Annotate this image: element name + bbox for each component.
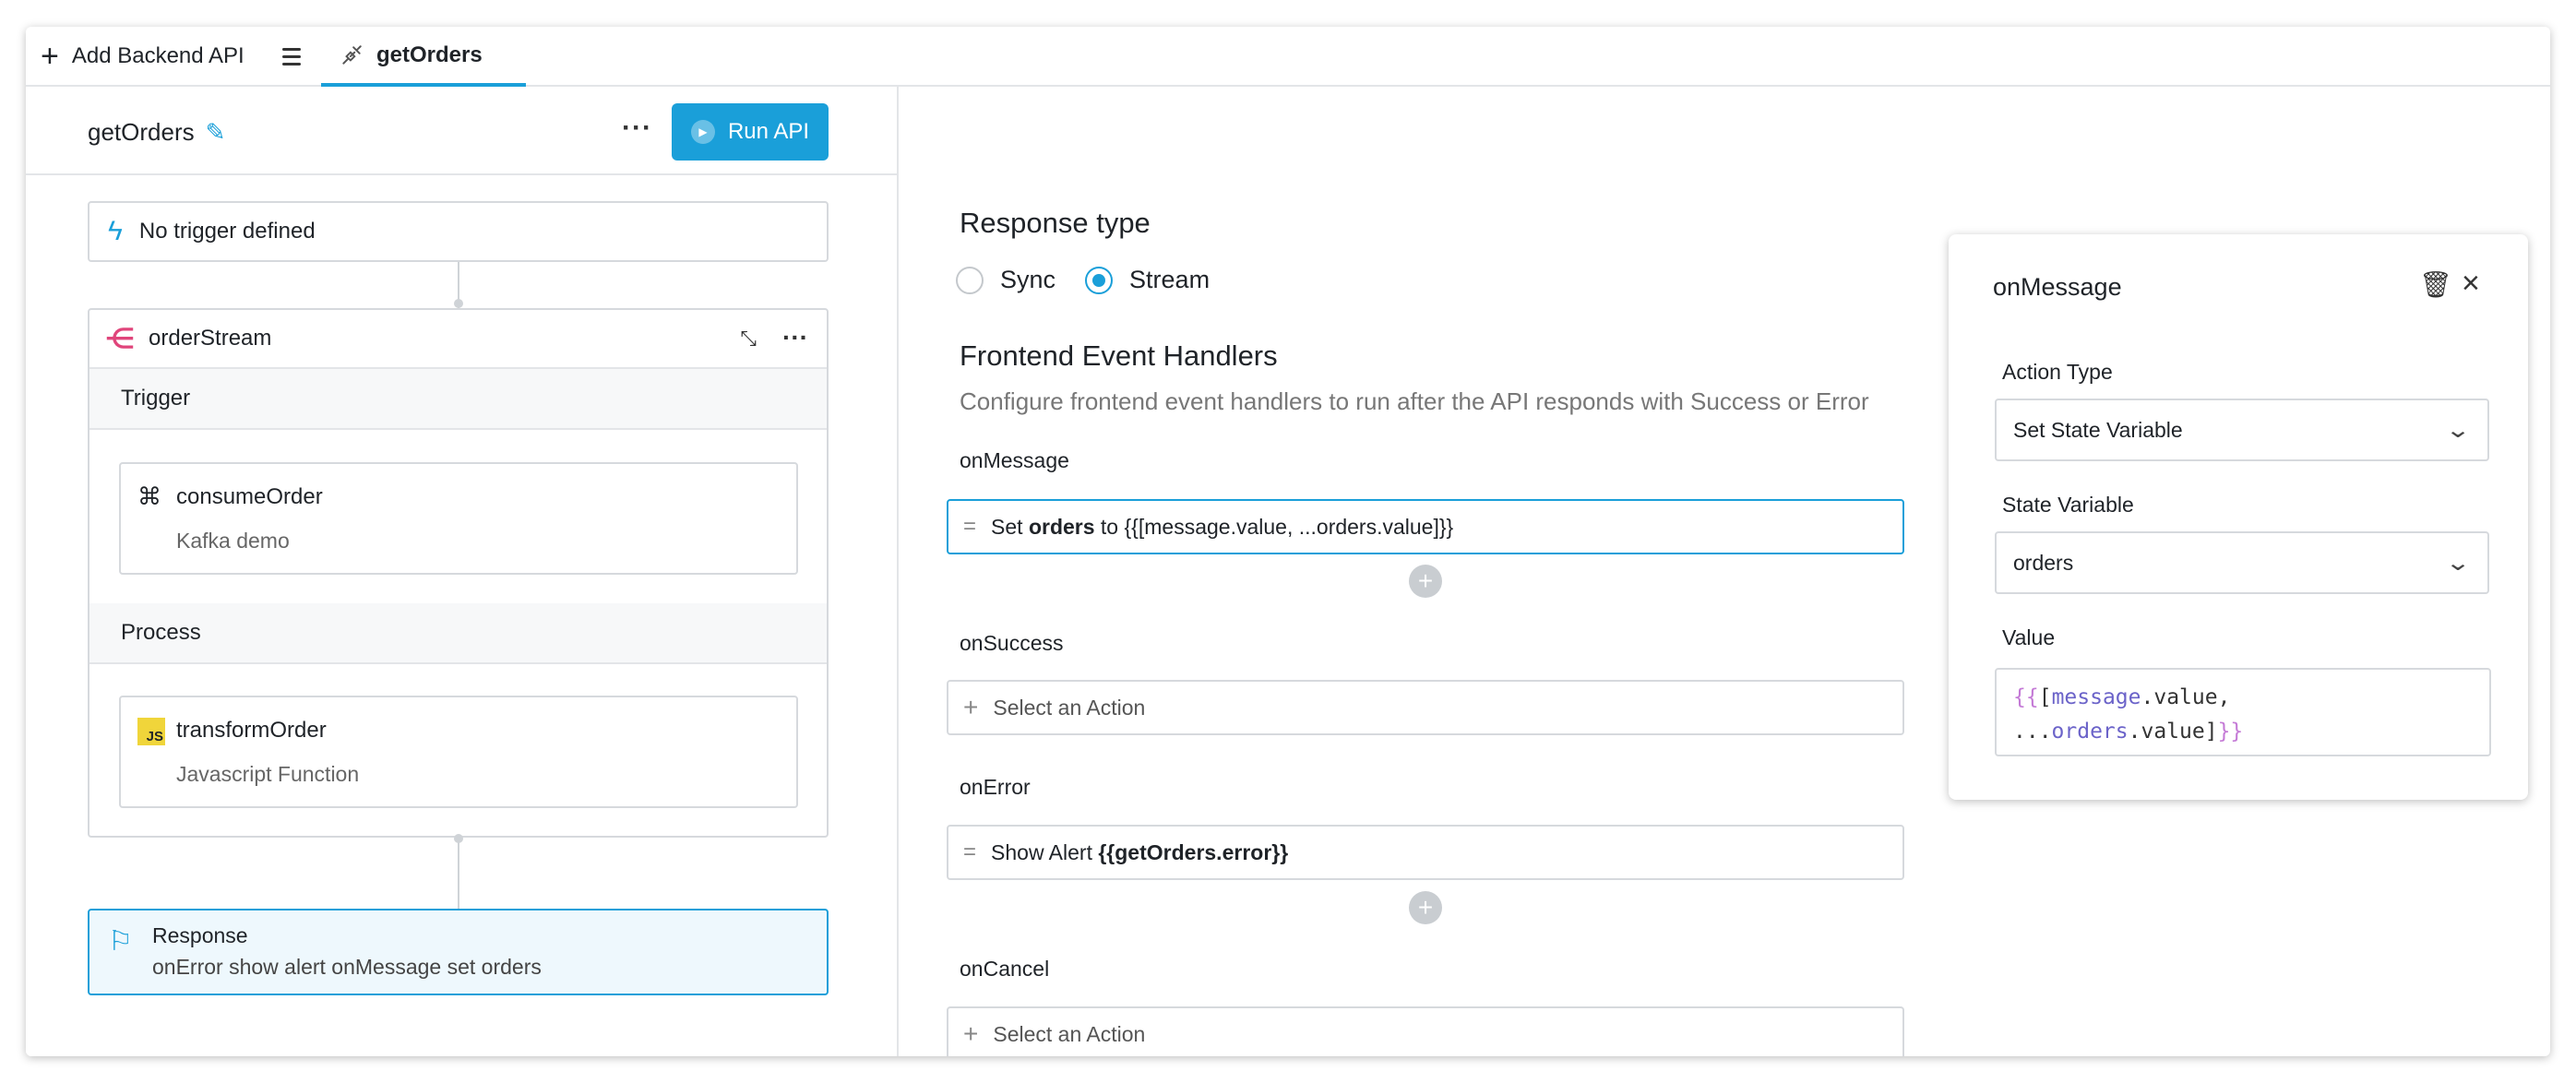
plus-icon: +	[41, 38, 59, 74]
add-action-icon[interactable]: +	[1409, 891, 1442, 924]
on-cancel-label: onCancel	[960, 957, 1050, 981]
api-name-text: getOrders	[88, 118, 195, 146]
action-type-select[interactable]: Set State Variable ⌄	[1995, 399, 2489, 461]
radio-sync[interactable]	[956, 266, 984, 294]
consume-order-title: consumeOrder	[176, 484, 323, 509]
api-header: getOrders ✎ ··· ▶ Run API	[26, 87, 897, 175]
process-section-title: Process	[89, 603, 827, 664]
response-type-title: Response type	[960, 207, 1151, 239]
on-message-panel: onMessage 🗑 × Action Type Set State Vari…	[1949, 234, 2528, 800]
javascript-icon: JS	[137, 718, 165, 745]
radio-sync-label: Sync	[1000, 266, 1056, 293]
on-message-action-text: Set orders to {{[message.value, ...order…	[991, 514, 1454, 539]
close-icon[interactable]: ×	[2462, 266, 2480, 302]
radio-stream-label: Stream	[1129, 266, 1210, 293]
play-icon: ▶	[690, 120, 715, 144]
on-success-select-action[interactable]: + Select an Action	[947, 680, 1904, 735]
chevron-down-icon: ⌄	[2444, 551, 2472, 576]
drag-handle-icon[interactable]: =	[963, 514, 976, 540]
chevron-down-icon: ⌄	[2444, 418, 2472, 443]
edit-icon[interactable]: ✎	[206, 118, 226, 147]
api-flow-panel: getOrders ✎ ··· ▶ Run API ϟ No trigger d…	[26, 87, 899, 1056]
transform-order-sub: Javascript Function	[176, 762, 360, 786]
action-type-label: Action Type	[2002, 360, 2113, 384]
run-api-label: Run API	[727, 119, 810, 144]
tab-getorders[interactable]: getOrders	[321, 27, 526, 87]
handlers-description: Configure frontend event handlers to run…	[960, 387, 1869, 415]
app-window: + Add Backend API getOrders getOrders ✎ …	[26, 27, 2550, 1056]
trigger-box[interactable]: ϟ No trigger defined	[88, 201, 829, 262]
on-error-label: onError	[960, 775, 1031, 799]
stream-name: orderStream	[149, 326, 272, 351]
add-action-icon[interactable]: +	[1409, 565, 1442, 598]
transform-order-title: transformOrder	[176, 718, 327, 743]
handlers-title: Frontend Event Handlers	[960, 339, 1278, 372]
on-success-label: onSuccess	[960, 631, 1064, 655]
stream-header[interactable]: ⋲ orderStream ⤡ ···	[89, 310, 827, 369]
plus-icon: +	[963, 693, 979, 721]
response-type-radios: Sync Stream	[956, 266, 1210, 294]
add-backend-api-button[interactable]: + Add Backend API	[41, 27, 244, 85]
plus-icon: +	[963, 1019, 979, 1048]
radio-stream[interactable]	[1085, 266, 1114, 294]
more-options-icon[interactable]: ···	[622, 113, 652, 144]
order-stream-block: ⋲ orderStream ⤡ ··· Trigger ⌘ consumeOrd…	[88, 308, 829, 838]
action-type-value: Set State Variable	[2013, 417, 2183, 442]
lightning-icon: ϟ	[108, 216, 123, 246]
code-line-2: ...orders.value]}}	[2013, 720, 2244, 744]
response-block[interactable]: ⚐ Response onError show alert onMessage …	[88, 909, 829, 995]
transform-order-card[interactable]: JS transformOrder Javascript Function	[119, 696, 798, 808]
on-message-label: onMessage	[960, 448, 1069, 472]
api-title: getOrders ✎	[88, 118, 225, 147]
trash-icon[interactable]: 🗑	[2419, 269, 2452, 300]
top-bar: + Add Backend API getOrders	[26, 27, 2550, 87]
code-line-1: {{[message.value,	[2013, 685, 2231, 709]
response-title: Response	[152, 923, 248, 947]
stream-more-icon[interactable]: ···	[782, 323, 808, 352]
flag-icon: ⚐	[108, 926, 133, 957]
connector-dot	[454, 299, 463, 308]
stream-icon: ⋲	[106, 323, 134, 354]
value-label: Value	[2002, 625, 2056, 649]
select-action-label: Select an Action	[993, 1021, 1146, 1046]
drag-handle-icon[interactable]: =	[963, 839, 976, 865]
state-variable-select[interactable]: orders ⌄	[1995, 531, 2489, 594]
on-error-action[interactable]: = Show Alert {{getOrders.error}}	[947, 825, 1904, 880]
consume-order-sub: Kafka demo	[176, 529, 290, 553]
collapse-icon[interactable]: ⤡	[740, 327, 757, 351]
on-error-action-text: Show Alert {{getOrders.error}}	[991, 839, 1289, 864]
tab-label: getOrders	[376, 42, 483, 67]
trigger-label: No trigger defined	[138, 219, 316, 244]
consume-order-card[interactable]: ⌘ consumeOrder Kafka demo	[119, 462, 798, 575]
on-cancel-select-action[interactable]: + Select an Action	[947, 1006, 1904, 1056]
on-message-action[interactable]: = Set orders to {{[message.value, ...ord…	[947, 499, 1904, 554]
trigger-section-title: Trigger	[89, 369, 827, 430]
kafka-icon: ⌘	[137, 482, 161, 510]
value-code-editor[interactable]: {{[message.value, ...orders.value]}}	[1995, 668, 2491, 756]
connector-line	[458, 839, 459, 909]
panel-title: onMessage	[1993, 273, 2122, 301]
state-variable-value: orders	[2013, 550, 2074, 575]
select-action-label: Select an Action	[993, 695, 1146, 720]
response-summary: onError show alert onMessage set orders	[152, 955, 542, 979]
add-api-label: Add Backend API	[71, 42, 244, 68]
state-variable-label: State Variable	[2002, 493, 2134, 517]
plug-icon	[342, 44, 362, 65]
run-api-button[interactable]: ▶ Run API	[672, 103, 829, 161]
menu-icon[interactable]	[282, 43, 308, 69]
